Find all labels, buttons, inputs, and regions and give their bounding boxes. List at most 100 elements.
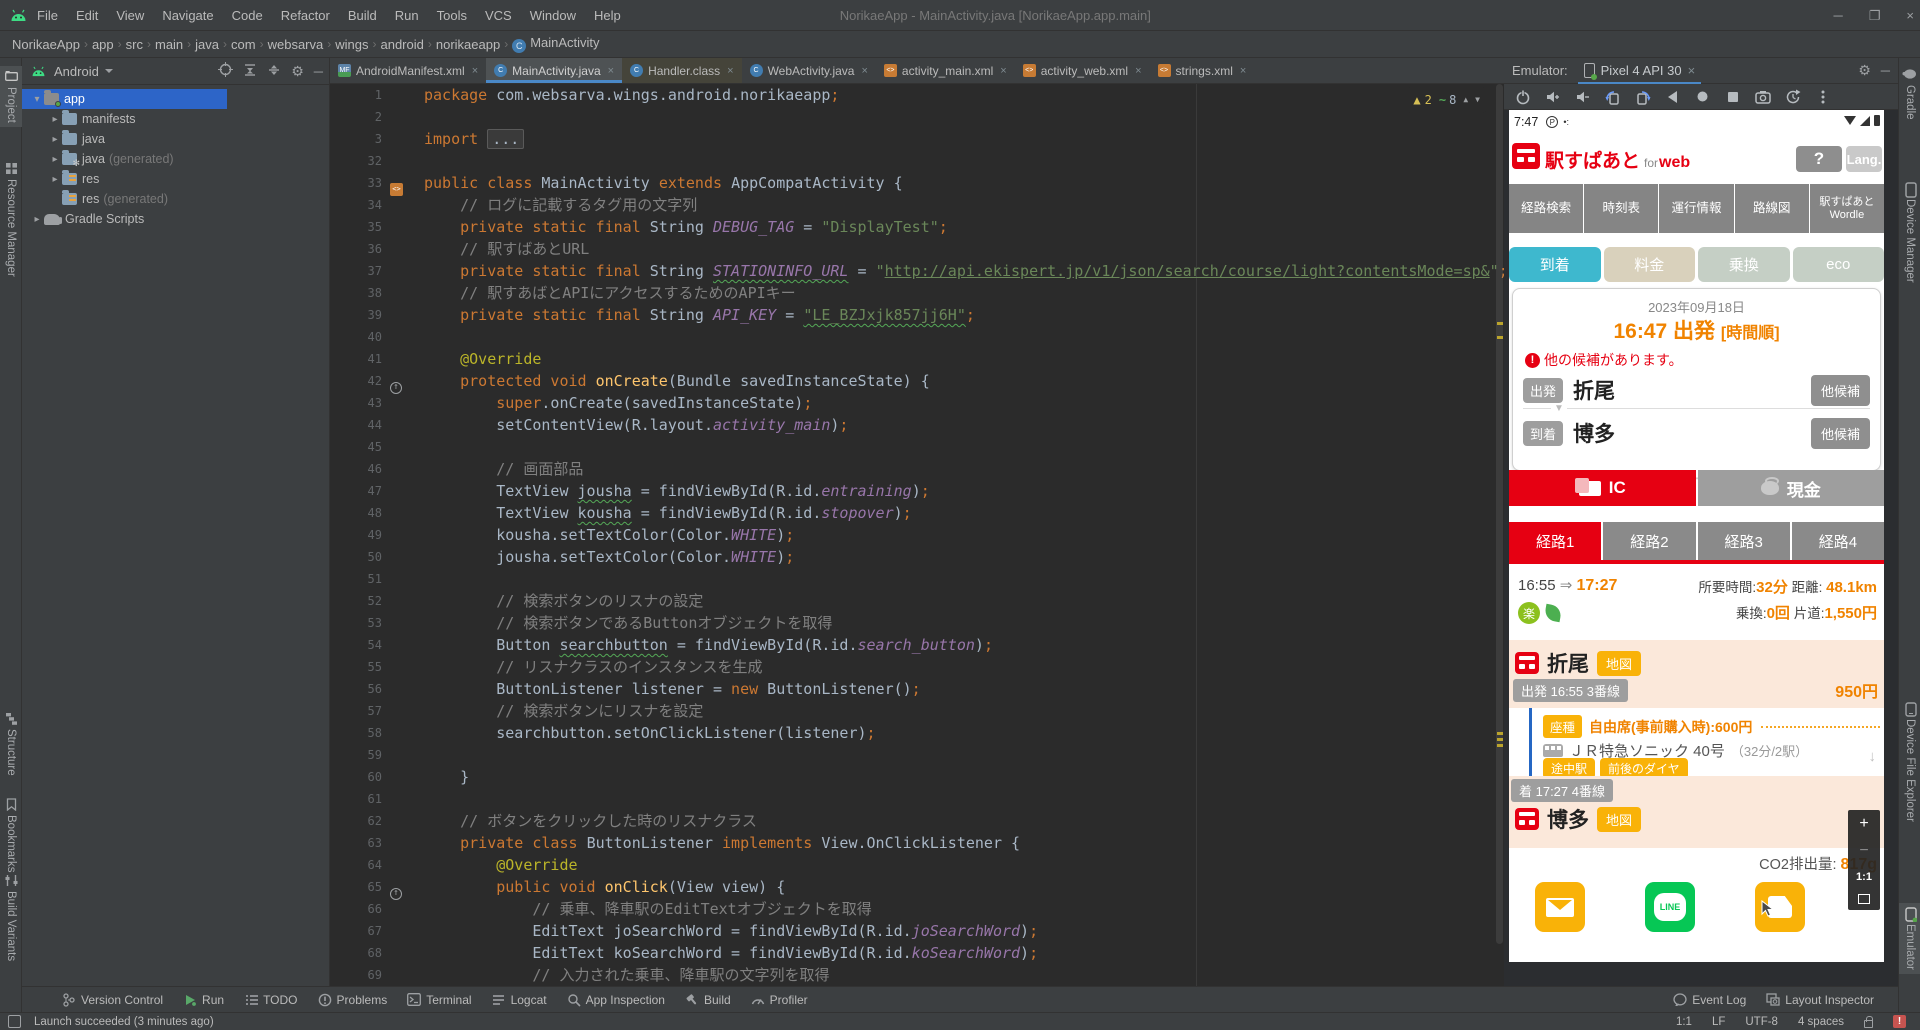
breadcrumb-class[interactable]: C MainActivity [510,35,601,53]
app-nav-tab-3[interactable]: 路線図 [1734,184,1809,233]
zoom-in-button[interactable]: + [1859,816,1868,832]
editor-scrollbar[interactable] [1495,84,1504,986]
map-button[interactable]: 地図 [1597,806,1642,832]
route-tab-経路3[interactable]: 経路3 [1697,522,1790,560]
tool-window-button-structure[interactable]: Structure [0,708,22,780]
from-station[interactable]: 折尾 [1573,375,1811,405]
volume-up-icon[interactable] [1544,88,1561,105]
tool-window-button-project[interactable]: Project [0,66,22,127]
line-share-icon[interactable]: LINE [1645,882,1695,932]
breadcrumb-item[interactable]: wings [333,37,370,52]
tool-window-button-build-variants[interactable]: Build Variants [0,870,22,965]
gear-icon[interactable]: ⚙ [1858,62,1871,79]
locate-icon[interactable] [218,62,234,80]
expand-all-icon[interactable] [243,63,257,80]
tool-window-button-build[interactable]: Build [675,987,741,1013]
status-item[interactable]: UTF-8 [1745,1016,1778,1028]
rotate-right-icon[interactable] [1634,88,1651,105]
sort-tab-eco[interactable]: eco [1792,247,1884,282]
hide-icon[interactable]: ─ [1881,63,1890,78]
map-button[interactable]: 地図 [1597,650,1642,676]
to-station[interactable]: 博多 [1573,418,1811,448]
rotate-left-icon[interactable] [1604,88,1621,105]
breadcrumb-item[interactable]: NorikaeApp [10,37,82,52]
breadcrumb-item[interactable]: android [378,37,425,52]
menu-code[interactable]: Code [223,8,272,23]
app-nav-tab-2[interactable]: 運行情報 [1659,184,1734,233]
ic-payment-button[interactable]: IC [1509,470,1696,506]
volume-down-icon[interactable] [1574,88,1591,105]
menu-build[interactable]: Build [339,8,386,23]
editor-tab-handler.class[interactable]: C Handler.class × [622,58,742,83]
status-item[interactable]: LF [1712,1016,1725,1028]
breadcrumb-item[interactable]: java [193,37,221,52]
chevron-icon[interactable]: ▸ [48,154,62,165]
breadcrumb-item[interactable]: main [153,37,185,52]
zoom-fit-button[interactable] [1858,893,1870,904]
editor-tab-webactivity.java[interactable]: C WebActivity.java × [742,58,876,83]
screenshot-icon[interactable] [1754,88,1771,105]
hide-icon[interactable]: ─ [314,64,323,79]
menu-vcs[interactable]: VCS [476,8,521,23]
tool-window-button-version-control[interactable]: Version Control [52,987,173,1013]
inspections-widget[interactable]: ▲ 2 ~8 ▲ ▼ [1407,87,1486,113]
breadcrumb-item[interactable]: com [229,37,258,52]
minimize-icon[interactable]: ─ [1834,0,1843,31]
close-icon[interactable]: × [1906,0,1914,31]
tool-window-button-device-file-explorer[interactable]: Device File Explorer [1899,698,1920,826]
breadcrumb-item[interactable]: src [124,37,145,52]
code-editor[interactable]: 1 package com.websarva.wings.android.nor… [330,84,1504,986]
menu-tools[interactable]: Tools [428,8,476,23]
to-alternatives-button[interactable]: 他候補 [1810,417,1870,449]
settings-icon[interactable]: ⚙ [291,63,304,80]
app-nav-tab-1[interactable]: 時刻表 [1584,184,1659,233]
tree-item-res[interactable]: ▸ res [22,169,329,189]
override-gutter-icon[interactable]: ↑ [390,373,405,394]
status-item[interactable]: 1:1 [1676,1016,1692,1028]
override-gutter-icon[interactable]: ↑ [390,879,405,900]
menu-refactor[interactable]: Refactor [272,8,339,23]
tool-window-button-terminal[interactable]: Terminal [397,987,481,1013]
close-icon[interactable]: × [861,65,867,77]
tool-window-button-event-log[interactable]: Event Log [1663,987,1756,1013]
breadcrumb-item[interactable]: websarva [266,37,326,52]
route-tab-経路1[interactable]: 経路1 [1509,522,1602,560]
editor-tab-mainactivity.java[interactable]: C MainActivity.java × [486,58,623,83]
status-item[interactable]: 4 spaces [1798,1016,1844,1028]
chevron-icon[interactable]: ▸ [48,114,62,125]
tree-item-manifests[interactable]: ▸ manifests [22,109,329,129]
tool-window-switcher-icon[interactable] [8,1015,21,1028]
menu-navigate[interactable]: Navigate [153,8,222,23]
menu-edit[interactable]: Edit [67,8,107,23]
breadcrumb-item[interactable]: norikaeapp [434,37,502,52]
sort-tab-到着[interactable]: 到着 [1509,247,1601,282]
route-tab-経路4[interactable]: 経路4 [1791,522,1884,560]
tool-window-button-layout-inspector[interactable]: Layout Inspector [1756,987,1884,1013]
overview-icon[interactable] [1724,88,1741,105]
editor-tab-androidmanifest.xml[interactable]: MF AndroidManifest.xml × [330,58,486,83]
close-icon[interactable]: × [1240,65,1246,77]
prev-issue-icon[interactable]: ▲ [1463,89,1468,111]
language-button[interactable]: Lang. [1846,146,1882,172]
tool-window-button-emulator[interactable]: Emulator [1899,903,1920,975]
tool-window-button-logcat[interactable]: Logcat [482,987,557,1013]
editor-tab-activity_web.xml[interactable]: <> activity_web.xml × [1015,58,1150,83]
help-button[interactable]: ? [1796,146,1842,172]
app-nav-tab-4[interactable]: 駅すぱあと Wordle [1809,184,1885,233]
back-icon[interactable] [1664,88,1681,105]
chevron-icon[interactable]: ▾ [30,94,44,105]
emulator-device-tab[interactable]: Pixel 4 API 30 × [1578,58,1702,84]
tree-item-res-generated[interactable]: res (generated) [22,189,329,209]
sort-tab-乗換[interactable]: 乗換 [1698,247,1790,282]
close-icon[interactable]: × [1135,65,1141,77]
maximize-icon[interactable]: ❐ [1869,0,1881,31]
close-icon[interactable]: × [472,65,478,77]
power-icon[interactable] [1514,88,1531,105]
tree-item-java-generated[interactable]: ▸ ✻ java (generated) [22,149,329,169]
breadcrumb-item[interactable]: app [90,37,116,52]
menu-help[interactable]: Help [585,8,630,23]
tool-window-button-profiler[interactable]: Profiler [741,987,818,1013]
mail-share-icon[interactable] [1535,882,1585,932]
snapshots-icon[interactable] [1784,88,1801,105]
menu-window[interactable]: Window [521,8,585,23]
